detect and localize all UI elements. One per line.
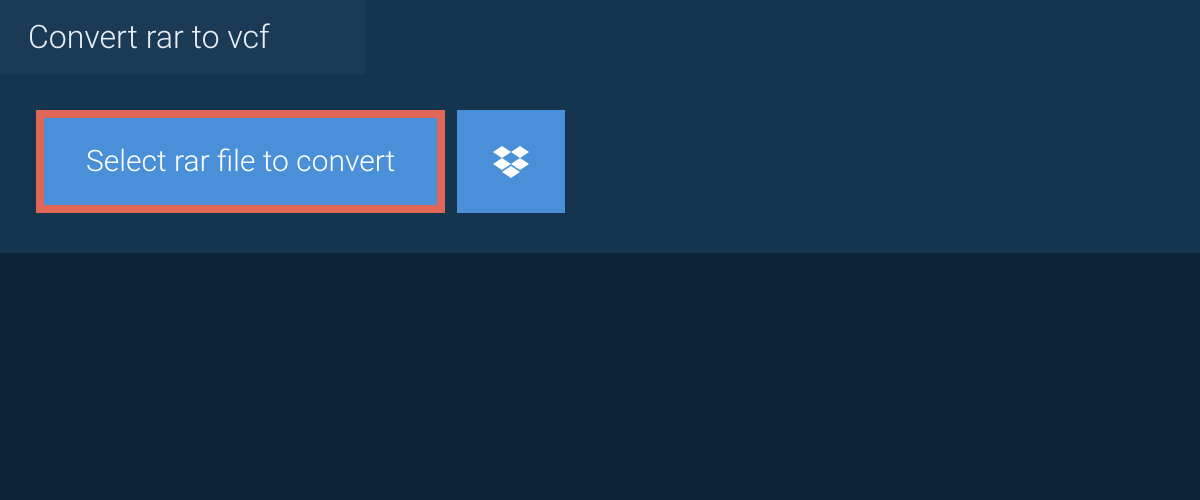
converter-panel: Convert rar to vcf Select rar file to co…	[0, 0, 1200, 253]
page-title: Convert rar to vcf	[28, 18, 270, 56]
button-row: Select rar file to convert	[0, 74, 1200, 213]
dropbox-icon	[493, 146, 529, 178]
select-file-label: Select rar file to convert	[86, 144, 395, 179]
select-file-button[interactable]: Select rar file to convert	[36, 110, 445, 213]
tab-header: Convert rar to vcf	[0, 0, 365, 74]
dropbox-button[interactable]	[457, 110, 565, 213]
